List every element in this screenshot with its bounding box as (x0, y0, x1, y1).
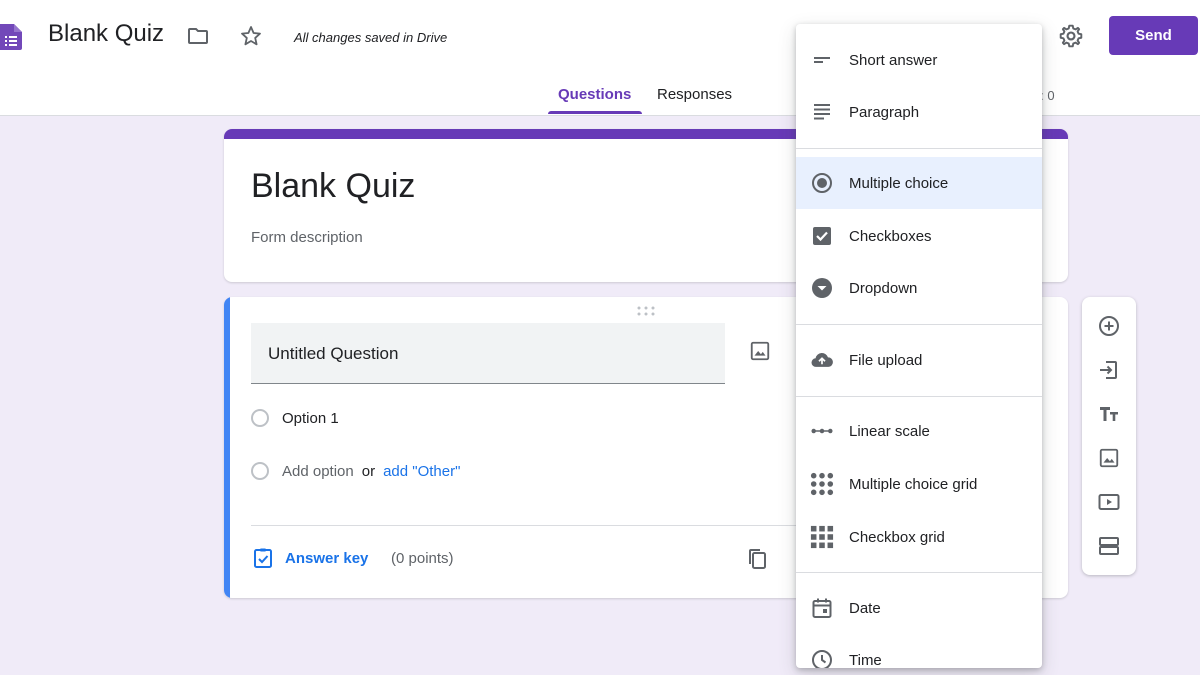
floating-toolbar (1082, 297, 1136, 575)
add-video-button[interactable] (1095, 488, 1123, 516)
question-type-menu: Short answer Paragraph Multiple choice C… (796, 24, 1042, 668)
or-text: or (361, 462, 376, 480)
menu-item-label: Time (849, 651, 882, 669)
menu-item-label: Checkbox grid (849, 528, 945, 546)
menu-item-short-answer[interactable]: Short answer (796, 34, 1042, 86)
image-icon (750, 341, 770, 361)
menu-item-multiple-choice-grid[interactable]: Multiple choice grid (796, 458, 1042, 510)
menu-item-multiple-choice[interactable]: Multiple choice (796, 157, 1042, 209)
menu-item-linear-scale[interactable]: Linear scale (796, 405, 1042, 457)
add-video-icon (1098, 494, 1120, 510)
short-answer-icon (810, 48, 834, 72)
radio-button-icon (251, 409, 269, 427)
option-label[interactable]: Option 1 (282, 410, 339, 427)
option-row[interactable]: Option 1 (251, 409, 339, 427)
cloud-upload-icon (810, 348, 834, 372)
clock-icon (810, 648, 834, 668)
menu-item-label: Dropdown (849, 279, 918, 297)
menu-item-label: Paragraph (849, 103, 920, 121)
menu-item-label: Date (849, 599, 881, 617)
menu-item-label: Linear scale (849, 422, 930, 440)
add-image-button[interactable] (1095, 444, 1123, 472)
settings-button[interactable] (1055, 20, 1087, 52)
tab-responses[interactable]: Responses (657, 86, 732, 103)
form-title[interactable]: Blank Quiz (251, 167, 415, 206)
menu-item-dropdown[interactable]: Dropdown (796, 262, 1042, 314)
copy-icon (749, 549, 766, 569)
active-tab-indicator (548, 111, 642, 114)
add-image-icon (1099, 448, 1119, 468)
star-icon (241, 26, 261, 46)
menu-item-checkboxes[interactable]: Checkboxes (796, 210, 1042, 262)
menu-item-date[interactable]: Date (796, 582, 1042, 634)
menu-divider (796, 572, 1042, 573)
document-title[interactable]: Blank Quiz (48, 20, 164, 48)
menu-item-label: File upload (849, 351, 923, 369)
linear-scale-icon (810, 419, 834, 443)
menu-divider (796, 396, 1042, 397)
question-points: (0 points) (391, 550, 454, 567)
add-question-button[interactable] (1095, 312, 1123, 340)
menu-divider (796, 324, 1042, 325)
divider (251, 525, 796, 526)
add-option-button[interactable]: Add option (282, 463, 354, 480)
calendar-icon (810, 596, 834, 620)
menu-item-label: Multiple choice grid (849, 475, 978, 493)
gear-icon (1059, 24, 1083, 48)
drag-handle-icon[interactable] (636, 306, 656, 316)
add-title-button[interactable] (1095, 400, 1123, 428)
folder-icon (188, 28, 208, 44)
add-question-image-button[interactable] (746, 337, 774, 365)
form-description-field[interactable]: Form description (251, 229, 363, 246)
forms-logo-icon[interactable] (0, 24, 22, 50)
add-section-icon (1099, 537, 1119, 555)
grid-squares-icon (810, 525, 834, 549)
menu-item-label: Multiple choice (849, 174, 949, 192)
send-button[interactable]: Send (1109, 16, 1198, 55)
grid-dots-icon (810, 472, 834, 496)
dropdown-icon (810, 276, 834, 300)
menu-divider (796, 148, 1042, 149)
menu-item-paragraph[interactable]: Paragraph (796, 86, 1042, 138)
add-other-link[interactable]: add "Other" (383, 463, 460, 480)
save-status: All changes saved in Drive (294, 30, 448, 45)
duplicate-question-button[interactable] (743, 545, 771, 573)
answer-key-button[interactable]: Answer key (251, 546, 368, 570)
radio-button-icon (810, 171, 834, 195)
menu-item-file-upload[interactable]: File upload (796, 334, 1042, 386)
question-title: Untitled Question (268, 344, 399, 363)
radio-button-icon (251, 462, 269, 480)
add-section-button[interactable] (1095, 532, 1123, 560)
move-to-folder-button[interactable] (184, 22, 212, 50)
import-questions-icon (1100, 361, 1117, 379)
star-button[interactable] (237, 22, 265, 50)
question-title-input[interactable]: Untitled Question (251, 323, 725, 384)
tab-questions[interactable]: Questions (558, 86, 631, 103)
add-title-icon (1100, 407, 1118, 421)
menu-item-checkbox-grid[interactable]: Checkbox grid (796, 511, 1042, 563)
active-question-indicator (224, 297, 230, 598)
import-questions-button[interactable] (1095, 356, 1123, 384)
add-option-row[interactable]: Add option or add "Other" (251, 462, 460, 480)
menu-item-time[interactable]: Time (796, 634, 1042, 668)
add-question-icon (1099, 316, 1119, 336)
checkbox-icon (810, 224, 834, 248)
answer-key-icon (254, 548, 272, 568)
answer-key-label: Answer key (285, 549, 369, 567)
menu-item-label: Checkboxes (849, 227, 932, 245)
paragraph-icon (810, 100, 834, 124)
menu-item-label: Short answer (849, 51, 938, 69)
